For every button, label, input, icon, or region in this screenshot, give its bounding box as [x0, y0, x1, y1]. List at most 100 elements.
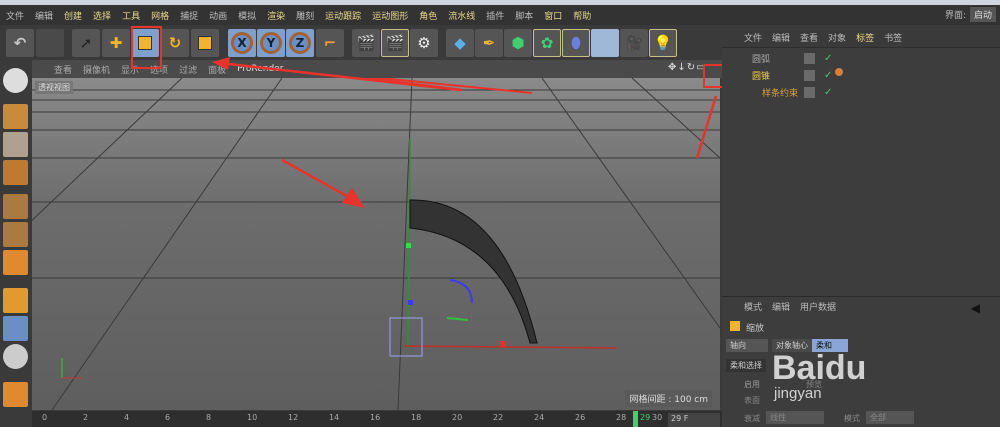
live-select-icon[interactable]: ➚ — [72, 29, 100, 57]
menu-item[interactable]: 流水线 — [448, 9, 475, 22]
om-menu-item[interactable]: 编辑 — [772, 31, 790, 44]
object-row[interactable]: 样条约束 ✓ — [722, 84, 1000, 100]
viewport-nav-icons[interactable]: ✥↓↻▭ — [668, 62, 707, 73]
layout-value[interactable]: 启动 — [969, 7, 996, 22]
menu-item[interactable]: 编辑 — [35, 9, 53, 22]
menu-item[interactable]: 文件 — [6, 9, 24, 22]
om-menu-item[interactable]: 书签 — [884, 31, 902, 44]
layer-flag[interactable] — [804, 69, 815, 81]
array-icon[interactable]: ✿ — [533, 29, 561, 57]
rotate-icon[interactable]: ↻ — [161, 29, 189, 57]
axis-icon[interactable] — [3, 288, 28, 313]
falloff-dropdown[interactable]: 线性 — [766, 411, 824, 424]
render-view-icon[interactable]: 🎬 — [352, 29, 380, 57]
object-name: 圆锥 — [752, 71, 771, 82]
layer-flag[interactable] — [804, 52, 815, 64]
redo-icon[interactable] — [36, 29, 64, 57]
menu-item[interactable]: 工具 — [122, 9, 140, 22]
points-mode-icon[interactable] — [3, 194, 28, 219]
move-icon[interactable]: ✚ — [102, 29, 130, 57]
snap-icon[interactable] — [3, 344, 28, 369]
mode-dropdown[interactable]: 全部 — [866, 411, 914, 424]
mode-icon[interactable] — [3, 68, 28, 93]
soft-selection-section[interactable]: 柔和选择 — [726, 359, 766, 372]
timeline-tick: 4 — [124, 413, 130, 422]
viewport-menu-item[interactable]: 摄像机 — [83, 63, 110, 76]
layer-flag[interactable] — [804, 86, 815, 98]
om-menu-item[interactable]: 文件 — [744, 31, 762, 44]
x-handle[interactable] — [500, 341, 506, 347]
layout-label: 界面: — [944, 11, 966, 21]
timeline-tick: 6 — [165, 413, 171, 422]
am-menu-item[interactable]: 编辑 — [772, 300, 790, 313]
om-menu-item[interactable]: 查看 — [800, 31, 818, 44]
model-mode-icon[interactable] — [3, 104, 28, 129]
viewport-menu-item[interactable]: 过滤 — [179, 63, 197, 76]
menu-item[interactable]: 角色 — [419, 9, 437, 22]
object-row[interactable]: 圆锥 ✓ — [722, 67, 1000, 83]
current-frame-field[interactable]: 29 F — [668, 413, 720, 427]
scene — [32, 78, 720, 410]
subdivision-icon[interactable]: ⬢ — [504, 29, 532, 57]
mode-label: 模式 — [844, 414, 860, 423]
menu-item[interactable]: 运动图形 — [372, 9, 408, 22]
deformer-icon[interactable]: ⬮ — [562, 29, 590, 57]
menu-item[interactable]: 渲染 — [267, 9, 285, 22]
menu-item[interactable]: 创建 — [64, 9, 82, 22]
polygons-mode-icon[interactable] — [3, 250, 28, 275]
am-menu-item[interactable]: 用户数据 — [800, 300, 836, 313]
render-settings-icon[interactable]: ⚙ — [410, 29, 438, 57]
coordinate-system-icon[interactable]: ⌐ — [316, 29, 344, 57]
render-picture-viewer-icon[interactable]: 🎬 — [381, 29, 409, 57]
x-axis-icon[interactable]: X — [228, 29, 256, 57]
menu-item[interactable]: 插件 — [486, 9, 504, 22]
back-arrow-icon[interactable]: ◀ — [971, 301, 980, 315]
y-axis-icon[interactable]: Y — [257, 29, 285, 57]
om-menu-item[interactable]: 标签 — [856, 31, 874, 44]
viewport[interactable]: 透视视图 网格间距 : 100 cm — [32, 78, 720, 410]
magnet-icon[interactable] — [3, 382, 28, 407]
timeline-playhead[interactable] — [633, 411, 638, 427]
z-axis-icon[interactable]: Z — [286, 29, 314, 57]
floor-icon[interactable] — [591, 29, 619, 57]
menu-item[interactable]: 动画 — [209, 9, 227, 22]
timeline-tick: 28 — [616, 413, 627, 422]
workplane-icon[interactable] — [3, 160, 28, 185]
light-icon[interactable]: 💡 — [649, 29, 677, 57]
visible-check-icon[interactable]: ✓ — [824, 70, 832, 81]
scale-tool-icon — [730, 321, 740, 331]
menu-bar: 文件 编辑 创建 选择 工具 网格 捕捉 动画 模拟 渲染 雕刻 运动跟踪 运动图形 角色 流水线 插件 脚本窗… — [0, 5, 1000, 25]
menu-item[interactable]: 帮助 — [573, 9, 591, 22]
timeline[interactable]: 0 2 4 6 8 10 12 14 16 18 20 22 24 26 28 29 30 — [32, 411, 722, 427]
layout-selector[interactable]: 界面: 启动 — [945, 7, 996, 22]
z-handle[interactable] — [408, 300, 413, 305]
viewport-menu-item[interactable]: 查看 — [54, 63, 72, 76]
menu-item[interactable]: 选择 — [93, 9, 111, 22]
menu-item[interactable]: 网格 — [151, 9, 169, 22]
om-menu-item[interactable]: 对象 — [828, 31, 846, 44]
recent-tool-icon[interactable] — [191, 29, 219, 57]
menu-item[interactable]: 脚本 — [515, 9, 533, 22]
menu-item[interactable]: 雕刻 — [296, 9, 314, 22]
camera-icon[interactable]: 🎥 — [620, 29, 648, 57]
edges-mode-icon[interactable] — [3, 222, 28, 247]
visible-check-icon[interactable]: ✓ — [824, 53, 832, 64]
tweak-icon[interactable] — [3, 316, 28, 341]
object-row[interactable]: 圆弧 ✓ — [722, 50, 1000, 66]
menu-item[interactable]: 运动跟踪 — [325, 9, 361, 22]
menu-item[interactable]: 捕捉 — [180, 9, 198, 22]
timeline-tick: 18 — [411, 413, 422, 422]
visible-check-icon[interactable]: ✓ — [824, 87, 832, 98]
am-menu-item[interactable]: 模式 — [744, 300, 762, 313]
undo-icon[interactable]: ↶ — [6, 29, 34, 57]
menu-item[interactable]: 窗口 — [544, 9, 562, 22]
tab-axis[interactable]: 轴向 — [726, 339, 768, 352]
texture-mode-icon[interactable] — [3, 132, 28, 157]
menu-item[interactable]: 模拟 — [238, 9, 256, 22]
pen-icon[interactable]: ✒ — [475, 29, 503, 57]
y-handle[interactable] — [406, 243, 411, 248]
tag-icon[interactable] — [835, 68, 843, 76]
timeline-tick: 2 — [83, 413, 89, 422]
falloff-label: 衰减 — [744, 414, 760, 423]
cube-icon[interactable]: ◆ — [446, 29, 474, 57]
